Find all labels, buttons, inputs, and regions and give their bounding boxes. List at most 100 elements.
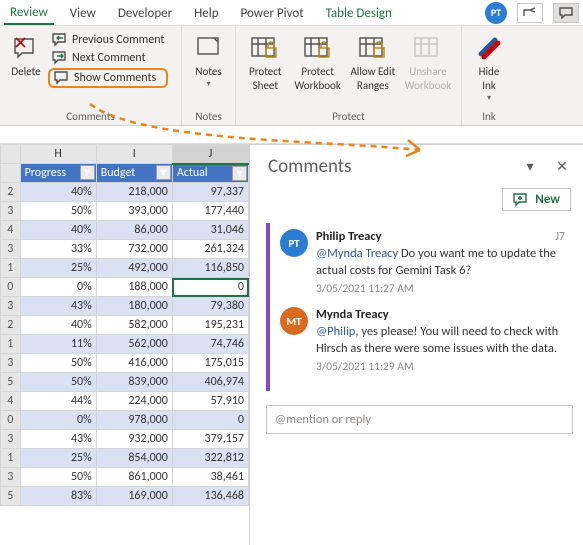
- cell[interactable]: 732,000: [96, 240, 172, 259]
- allow-edit-ranges-button[interactable]: Allow Edit Ranges: [347, 30, 399, 94]
- comment-thread[interactable]: PT Philip Treacy J7 @Mynda Treacy Do you…: [266, 223, 573, 391]
- cell[interactable]: 25%: [20, 259, 96, 278]
- row-head[interactable]: 1: [1, 335, 21, 354]
- cell[interactable]: 50%: [20, 202, 96, 221]
- row-head[interactable]: 2: [1, 316, 21, 335]
- cell[interactable]: 43%: [20, 430, 96, 449]
- tab-review[interactable]: Review: [4, 1, 54, 25]
- header-actual[interactable]: Actual ▾: [172, 164, 248, 183]
- cell[interactable]: 393,000: [96, 202, 172, 221]
- row-head[interactable]: 5: [1, 487, 21, 506]
- cell[interactable]: 261,324: [172, 240, 248, 259]
- cell[interactable]: 406,974: [172, 373, 248, 392]
- tab-power-pivot[interactable]: Power Pivot: [235, 2, 310, 24]
- cell[interactable]: 79,380: [172, 297, 248, 316]
- table-row[interactable]: 111%562,00074,746: [1, 335, 249, 354]
- hide-ink-button[interactable]: Hide Ink ▾: [468, 30, 510, 105]
- table-row[interactable]: 240%582,000195,231: [1, 316, 249, 335]
- cell[interactable]: 379,157: [172, 430, 248, 449]
- cell[interactable]: 38,461: [172, 468, 248, 487]
- row-head[interactable]: 0: [1, 278, 21, 297]
- row-head[interactable]: 4: [1, 392, 21, 411]
- reply-input[interactable]: @mention or reply: [266, 405, 573, 434]
- cell[interactable]: 83%: [20, 487, 96, 506]
- table-row[interactable]: 125%492,000116,850: [1, 259, 249, 278]
- cell[interactable]: 492,000: [96, 259, 172, 278]
- cell[interactable]: 932,000: [96, 430, 172, 449]
- cell[interactable]: 839,000: [96, 373, 172, 392]
- cell[interactable]: 40%: [20, 183, 96, 202]
- cell[interactable]: 116,850: [172, 259, 248, 278]
- pane-close-icon[interactable]: ✕: [553, 158, 571, 175]
- tab-developer[interactable]: Developer: [112, 2, 178, 24]
- tab-view[interactable]: View: [64, 2, 102, 24]
- next-comment-button[interactable]: Next Comment: [48, 50, 168, 66]
- cell[interactable]: 861,000: [96, 468, 172, 487]
- cell[interactable]: 0%: [20, 411, 96, 430]
- cell[interactable]: 40%: [20, 221, 96, 240]
- cell[interactable]: 978,000: [96, 411, 172, 430]
- cell[interactable]: 175,015: [172, 354, 248, 373]
- row-head[interactable]: 3: [1, 202, 21, 221]
- row-head[interactable]: 0: [1, 411, 21, 430]
- cell[interactable]: 169,000: [96, 487, 172, 506]
- row-head[interactable]: 3: [1, 354, 21, 373]
- table-row[interactable]: 125%854,000322,812: [1, 449, 249, 468]
- cell[interactable]: 562,000: [96, 335, 172, 354]
- row-head[interactable]: 3: [1, 468, 21, 487]
- corner-cell[interactable]: [1, 145, 21, 164]
- comment-cell-ref[interactable]: J7: [555, 229, 565, 245]
- cell[interactable]: 180,000: [96, 297, 172, 316]
- header-budget[interactable]: Budget ▾: [96, 164, 172, 183]
- table-row[interactable]: 00%978,0000: [1, 411, 249, 430]
- row-head[interactable]: 3: [1, 297, 21, 316]
- cell[interactable]: 322,812: [172, 449, 248, 468]
- tab-table-design[interactable]: Table Design: [320, 2, 398, 24]
- cell[interactable]: 74,746: [172, 335, 248, 354]
- cell[interactable]: 31,046: [172, 221, 248, 240]
- share-button[interactable]: [517, 3, 543, 23]
- notes-button[interactable]: Notes ▾: [188, 30, 229, 91]
- table-row[interactable]: 440%86,00031,046: [1, 221, 249, 240]
- row-head[interactable]: 5: [1, 373, 21, 392]
- cell[interactable]: 50%: [20, 468, 96, 487]
- new-comment-button[interactable]: New: [502, 188, 571, 211]
- worksheet[interactable]: H I J Progress ▾ Budget ▾ Actual ▾: [0, 144, 250, 545]
- delete-comment-button[interactable]: Delete: [6, 30, 46, 80]
- table-row[interactable]: 240%218,00097,337: [1, 183, 249, 202]
- table-row[interactable]: 333%732,000261,324: [1, 240, 249, 259]
- row-head[interactable]: 3: [1, 430, 21, 449]
- cell[interactable]: 177,440: [172, 202, 248, 221]
- cell[interactable]: 57,910: [172, 392, 248, 411]
- cell[interactable]: 582,000: [96, 316, 172, 335]
- cell[interactable]: 416,000: [96, 354, 172, 373]
- protect-workbook-button[interactable]: Protect Workbook: [291, 30, 345, 94]
- table-row[interactable]: 350%861,00038,461: [1, 468, 249, 487]
- cell[interactable]: 0%: [20, 278, 96, 297]
- cell[interactable]: 0: [172, 278, 248, 297]
- cell[interactable]: 136,468: [172, 487, 248, 506]
- cell[interactable]: 50%: [20, 373, 96, 392]
- cell[interactable]: 0: [172, 411, 248, 430]
- filter-dropdown-icon[interactable]: ▾: [232, 166, 247, 181]
- filter-dropdown-icon[interactable]: ▾: [156, 165, 171, 180]
- table-row[interactable]: 343%932,000379,157: [1, 430, 249, 449]
- table-row[interactable]: 444%224,00057,910: [1, 392, 249, 411]
- row-head[interactable]: 1: [1, 259, 21, 278]
- cell[interactable]: 86,000: [96, 221, 172, 240]
- protect-sheet-button[interactable]: Protect Sheet: [242, 30, 289, 94]
- table-row[interactable]: 343%180,00079,380: [1, 297, 249, 316]
- table-row[interactable]: 350%416,000175,015: [1, 354, 249, 373]
- table-row[interactable]: 550%839,000406,974: [1, 373, 249, 392]
- filter-dropdown-icon[interactable]: ▾: [80, 165, 95, 180]
- show-comments-button[interactable]: Show Comments: [48, 68, 168, 88]
- row-head[interactable]: 3: [1, 240, 21, 259]
- row-head[interactable]: 2: [1, 183, 21, 202]
- cell[interactable]: 188,000: [96, 278, 172, 297]
- mention[interactable]: @Mynda Treacy: [316, 246, 398, 261]
- col-head-h[interactable]: H: [20, 145, 96, 164]
- tab-help[interactable]: Help: [188, 2, 224, 24]
- table-row[interactable]: 583%169,000136,468: [1, 487, 249, 506]
- cell[interactable]: 50%: [20, 354, 96, 373]
- cell[interactable]: 218,000: [96, 183, 172, 202]
